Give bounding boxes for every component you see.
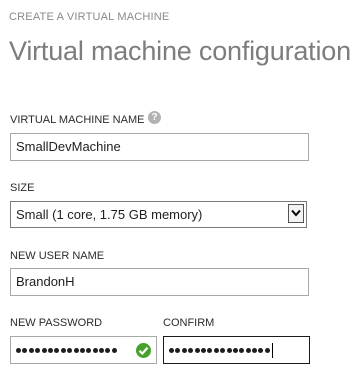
- confirm-mask-dot: [194, 348, 200, 353]
- size-label: SIZE: [10, 182, 35, 194]
- confirm-mask-dot: [226, 348, 232, 353]
- wizard-step-title: CREATE A VIRTUAL MACHINE: [9, 11, 170, 23]
- password-mask-dot: [35, 348, 41, 353]
- user-name-input[interactable]: BrandonH: [10, 268, 309, 296]
- confirm-mask-dot: [175, 348, 181, 353]
- confirm-mask-dot: [181, 348, 187, 353]
- size-selected-value: Small (1 core, 1.75 GB memory): [16, 207, 203, 222]
- page-title: Virtual machine configuration: [9, 36, 351, 66]
- confirm-mask-dot: [220, 348, 226, 353]
- password-dots: [16, 348, 117, 354]
- confirm-mask-dot: [232, 348, 238, 353]
- confirm-mask-dot: [264, 348, 270, 353]
- password-mask-dot: [16, 348, 21, 353]
- confirm-label: CONFIRM: [163, 317, 215, 329]
- user-name-label: NEW USER NAME: [10, 250, 105, 262]
- password-mask-dot: [99, 348, 105, 353]
- vm-name-label: VIRTUAL MACHINE NAME: [10, 114, 145, 126]
- password-mask-dot: [111, 348, 117, 353]
- check-icon: [136, 343, 151, 358]
- password-label: NEW PASSWORD: [10, 317, 103, 329]
- confirm-mask-dot: [252, 348, 258, 353]
- confirm-mask-dot: [188, 348, 194, 353]
- confirm-mask-dot: [200, 348, 206, 353]
- chevron-down-icon[interactable]: [288, 204, 304, 223]
- password-mask-dot: [79, 348, 85, 353]
- size-select[interactable]: Small (1 core, 1.75 GB memory): [10, 201, 307, 228]
- confirm-password-input[interactable]: [163, 336, 310, 364]
- password-mask-dot: [28, 348, 34, 353]
- password-mask-dot: [41, 348, 47, 353]
- password-mask-dot: [86, 348, 92, 353]
- confirm-mask-dot: [207, 348, 213, 353]
- password-mask-dot: [47, 348, 53, 353]
- confirm-mask-dot: [258, 348, 264, 353]
- password-mask-dot: [22, 348, 28, 353]
- confirm-mask-dot: [169, 348, 174, 353]
- password-mask-dot: [60, 348, 66, 353]
- password-input[interactable]: [10, 336, 157, 364]
- vm-name-input[interactable]: SmallDevMachine: [10, 133, 309, 161]
- confirm-mask-dot: [239, 348, 245, 353]
- password-mask-dot: [73, 348, 79, 353]
- text-caret: [272, 343, 273, 358]
- question-mark-icon[interactable]: ?: [148, 111, 161, 124]
- password-mask-dot: [105, 348, 111, 353]
- password-mask-dot: [54, 348, 60, 353]
- confirm-mask-dot: [213, 348, 219, 353]
- password-mask-dot: [67, 348, 73, 353]
- password-mask-dot: [92, 348, 98, 353]
- confirm-dots: [169, 348, 270, 354]
- confirm-mask-dot: [245, 348, 251, 353]
